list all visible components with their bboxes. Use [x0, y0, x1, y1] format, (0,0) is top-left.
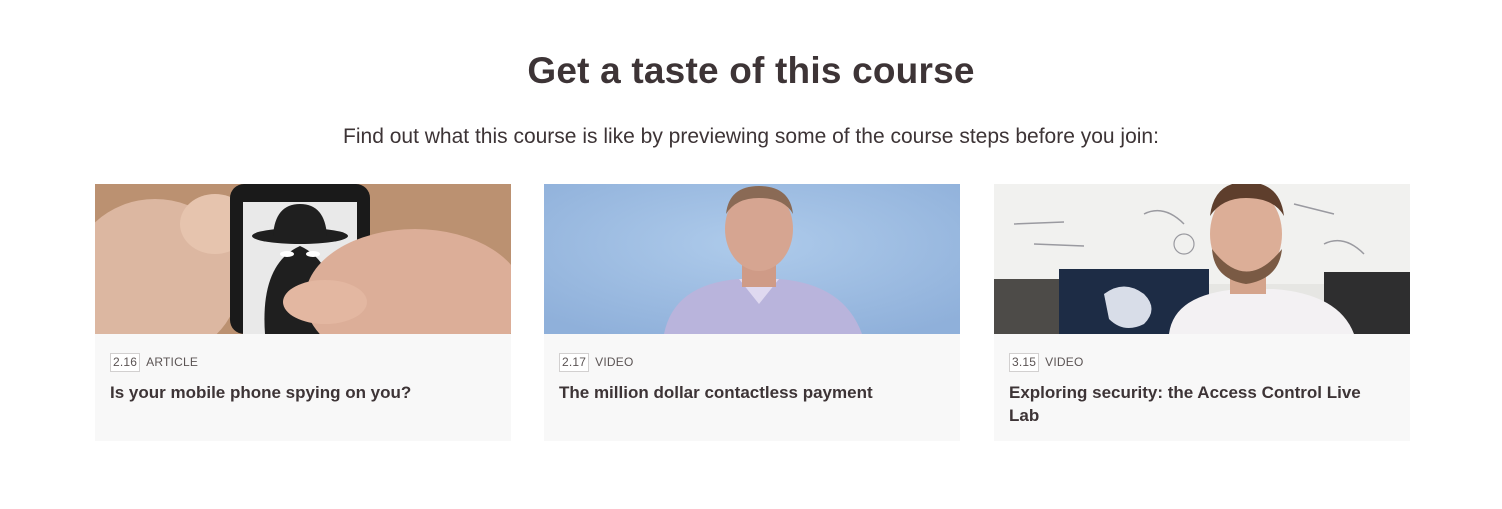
step-card[interactable]: 2.16 ARTICLE Is your mobile phone spying…: [95, 184, 511, 441]
step-meta: 2.17 VIDEO: [559, 352, 634, 372]
step-number-badge: 2.16: [110, 352, 141, 372]
step-type-label: VIDEO: [1045, 355, 1084, 369]
step-type-label: VIDEO: [595, 355, 634, 369]
step-type-label: ARTICLE: [146, 355, 199, 369]
step-card[interactable]: 2.17 VIDEO The million dollar contactles…: [544, 184, 960, 441]
step-title: Is your mobile phone spying on you?: [110, 383, 412, 402]
step-title: The million dollar contactless payment: [559, 383, 873, 402]
step-card[interactable]: 3.15 VIDEO Exploring security: the Acces…: [994, 184, 1410, 441]
presenter-lab-whiteboard-image: [994, 184, 1410, 334]
section-title: Get a taste of this course: [527, 50, 975, 91]
spy-on-phone-image: [95, 184, 511, 334]
step-meta: 2.16 ARTICLE: [110, 352, 198, 372]
presenter-blue-background-image: [544, 184, 960, 334]
section-subtitle: Find out what this course is like by pre…: [343, 125, 1159, 148]
step-number-badge: 2.17: [559, 352, 590, 372]
step-number-badge: 3.15: [1009, 352, 1040, 372]
step-meta: 3.15 VIDEO: [1009, 352, 1084, 372]
step-title: Exploring security: the Access Control L…: [1009, 383, 1361, 425]
